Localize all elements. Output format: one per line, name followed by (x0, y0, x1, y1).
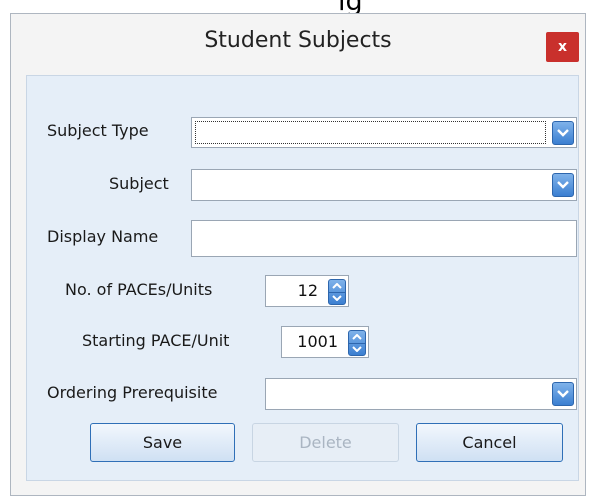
delete-button[interactable]: Delete (252, 423, 399, 462)
student-subjects-dialog: Student Subjects x Subject Type Subject … (10, 13, 586, 496)
paces-spin-buttons[interactable] (328, 279, 346, 305)
starting-pace-spinner[interactable]: 1001 (281, 326, 369, 358)
close-button[interactable]: x (546, 32, 579, 62)
arrow-down-icon[interactable] (329, 292, 345, 304)
arrow-down-icon[interactable] (349, 343, 365, 355)
starting-pace-value: 1001 (297, 332, 338, 351)
paces-value: 12 (297, 281, 318, 300)
chevron-down-icon[interactable] (552, 173, 574, 197)
subject-label: Subject (109, 174, 169, 193)
chevron-down-icon[interactable] (552, 382, 574, 406)
chevron-down-icon[interactable] (552, 121, 574, 145)
form-panel: Subject Type Subject Display Name No. of… (26, 75, 579, 481)
cancel-button[interactable]: Cancel (416, 423, 563, 462)
paces-label: No. of PACEs/Units (65, 280, 213, 299)
subject-select[interactable] (191, 169, 577, 201)
focus-rect (195, 121, 546, 144)
subject-type-label: Subject Type (47, 121, 149, 140)
starting-spin-buttons[interactable] (348, 330, 366, 356)
dialog-title: Student Subjects (204, 28, 392, 53)
display-name-label: Display Name (47, 227, 159, 246)
starting-pace-label: Starting PACE/Unit (82, 331, 230, 350)
display-name-input[interactable] (191, 220, 577, 257)
ordering-prerequisite-label: Ordering Prerequisite (47, 383, 218, 402)
save-button[interactable]: Save (90, 423, 235, 462)
subject-type-select[interactable] (191, 117, 577, 148)
ordering-prerequisite-select[interactable] (265, 378, 577, 410)
paces-spinner[interactable]: 12 (265, 275, 349, 307)
